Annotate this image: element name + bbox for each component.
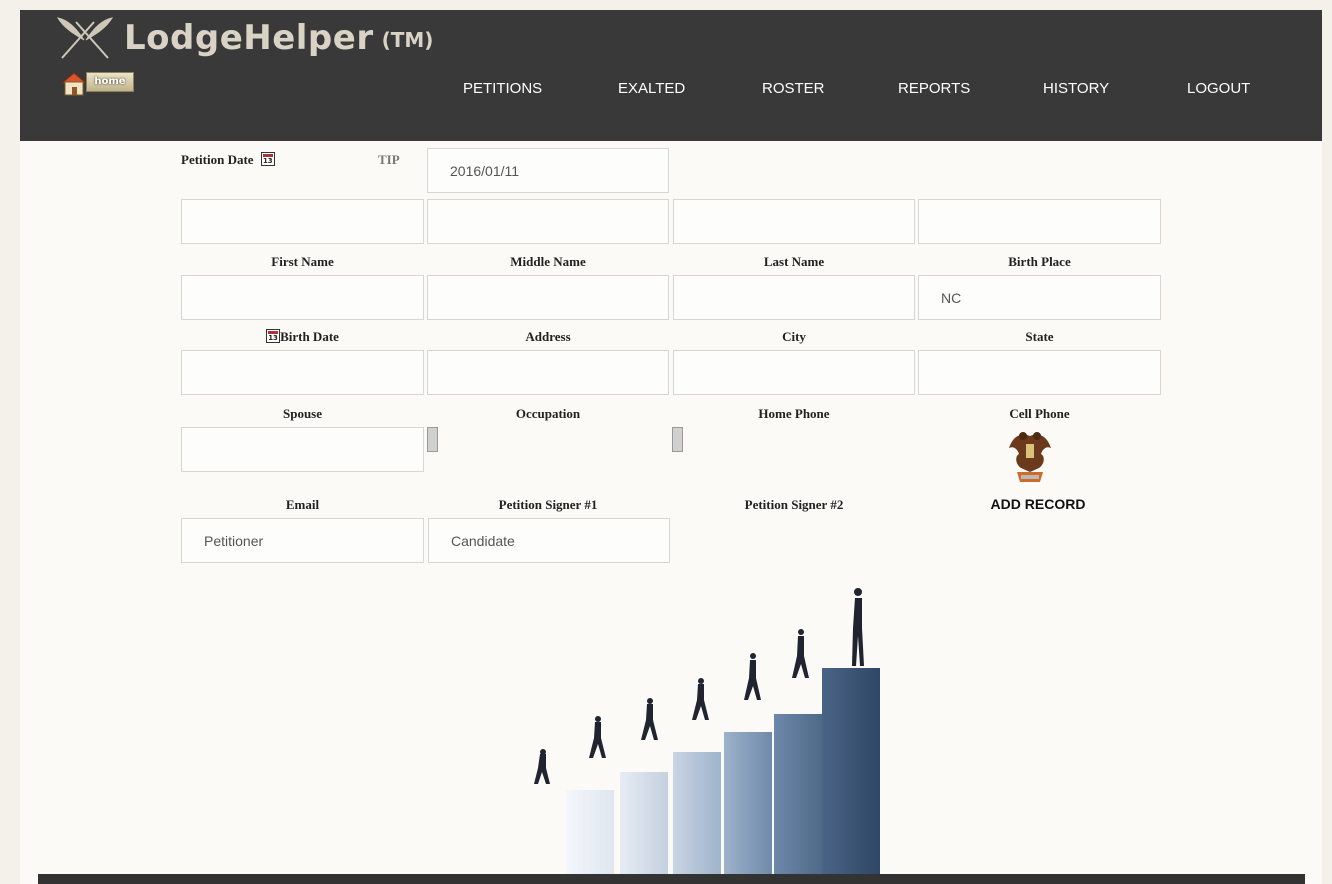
occupation-label: Occupation <box>515 406 581 421</box>
state-input[interactable] <box>918 275 1161 320</box>
home-phone-label: Home Phone <box>758 406 830 421</box>
nav-roster[interactable]: ROSTER <box>762 80 825 97</box>
address-label: Address <box>525 329 571 344</box>
last-name-label: Last Name <box>763 254 825 269</box>
signer1-input[interactable] <box>181 518 424 563</box>
crossed-quills-icon <box>56 17 114 59</box>
nav-logout[interactable]: LOGOUT <box>1187 80 1250 97</box>
birth-date-label: Birth Date <box>181 329 424 345</box>
middle-name-label: Middle Name <box>510 254 586 269</box>
double-headed-eagle-emblem[interactable] <box>1007 428 1053 490</box>
first-name-label: First Name <box>271 254 334 269</box>
app-logo: LodgeHelper (TM) <box>54 14 433 62</box>
birth-place-label: Birth Place <box>1008 254 1071 269</box>
footer-bar <box>38 874 1305 884</box>
birth-place-input[interactable] <box>918 199 1161 244</box>
home-phone-input[interactable] <box>673 350 915 395</box>
trademark-label: (TM) <box>381 28 434 52</box>
address-input[interactable] <box>427 275 669 320</box>
signer2-scroll-handle[interactable] <box>672 427 683 452</box>
career-stairs-illustration <box>534 588 880 874</box>
email-label: Email <box>285 497 320 512</box>
app-title: LodgeHelper <box>124 18 374 58</box>
spouse-label: Spouse <box>282 406 323 421</box>
calendar-icon[interactable] <box>266 329 281 343</box>
petition-date-input[interactable] <box>427 148 669 193</box>
nav-petitions[interactable]: PETITIONS <box>463 80 542 97</box>
first-name-input[interactable] <box>181 199 424 244</box>
city-label: City <box>782 329 806 344</box>
house-icon <box>60 72 88 96</box>
spouse-input[interactable] <box>181 350 424 395</box>
city-input[interactable] <box>673 275 915 320</box>
petition-date-label: Petition Date <box>181 152 275 168</box>
signer2-label: Petition Signer #2 <box>744 497 844 512</box>
nav-history[interactable]: HISTORY <box>1043 80 1109 97</box>
home-tag: home <box>86 72 134 92</box>
nav-exalted[interactable]: EXALTED <box>618 80 685 97</box>
cell-phone-label: Cell Phone <box>1009 406 1070 421</box>
birth-date-input[interactable] <box>181 275 424 320</box>
middle-name-input[interactable] <box>427 199 669 244</box>
state-label: State <box>1025 329 1054 344</box>
tip-label: TIP <box>378 152 400 167</box>
add-record-button[interactable]: ADD RECORD <box>986 496 1090 512</box>
signer1-label: Petition Signer #1 <box>498 497 598 512</box>
last-name-input[interactable] <box>673 199 915 244</box>
home-button[interactable]: home <box>60 70 134 97</box>
email-input[interactable] <box>181 427 424 472</box>
nav-reports[interactable]: REPORTS <box>898 80 970 97</box>
cell-phone-input[interactable] <box>918 350 1161 395</box>
calendar-icon[interactable] <box>260 152 275 166</box>
signer2-input[interactable] <box>428 518 670 563</box>
signer1-scroll-handle[interactable] <box>427 427 438 452</box>
occupation-input[interactable] <box>427 350 669 395</box>
home-label: home <box>94 76 126 87</box>
